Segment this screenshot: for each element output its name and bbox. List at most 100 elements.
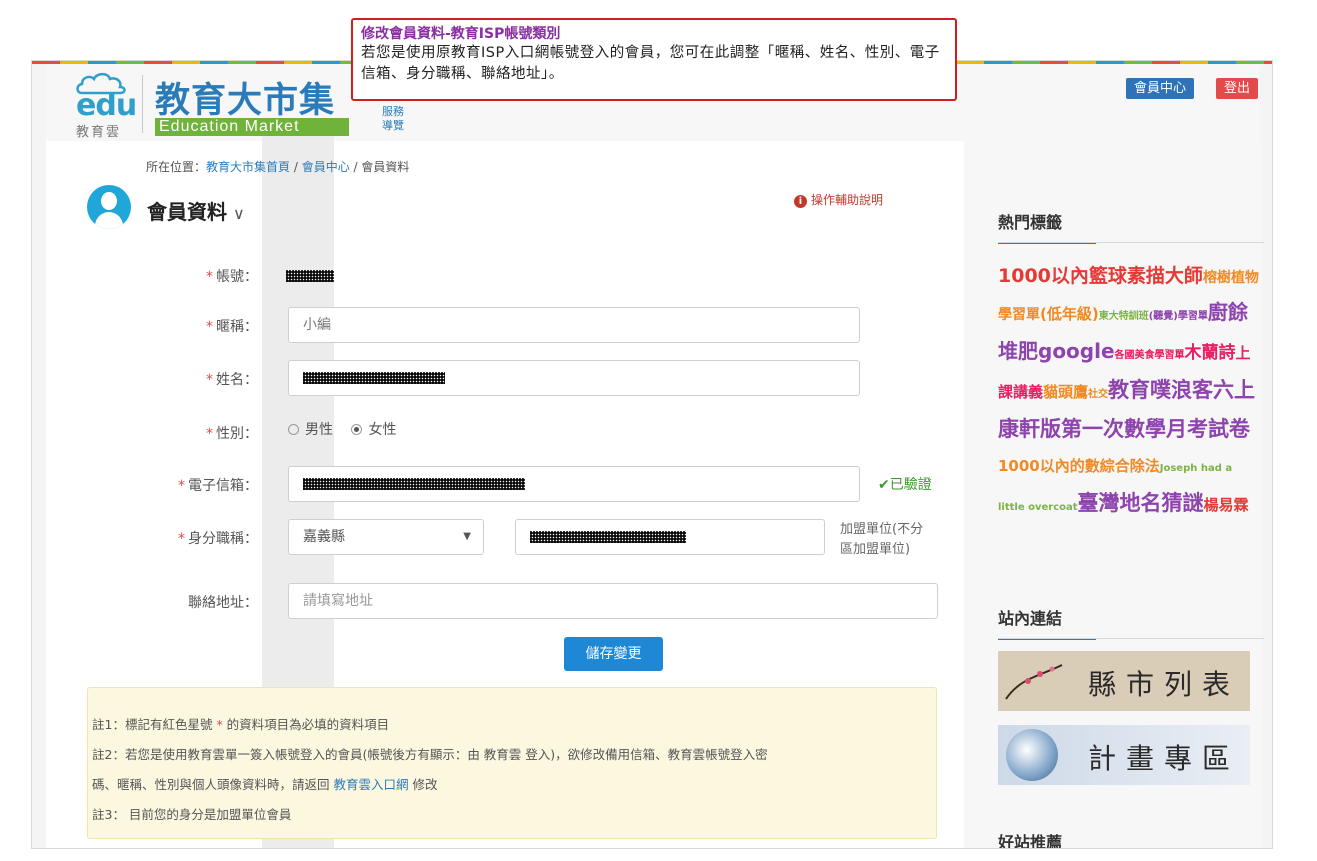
guide-tooltip: 修改會員資料-教育ISP帳號類別 若您是使用原教育ISP入口網帳號登入的會員，您… <box>351 18 957 101</box>
county-select-value: 嘉義縣 <box>303 529 345 545</box>
site-logo-title[interactable]: 教育大市集 <box>155 72 335 123</box>
tooltip-title: 修改會員資料-教育ISP帳號類別 <box>361 26 561 42</box>
masked-text <box>303 372 445 384</box>
required-star: * <box>206 269 213 285</box>
breadcrumb-member-center[interactable]: 會員中心 <box>302 160 350 174</box>
gender-female-label[interactable]: 女性 <box>368 422 396 438</box>
note-2-cont: 碼、暱稱、性別與個人頭像資料時，請返回 教育雲入口網 修改 <box>92 770 936 800</box>
cloud-icon <box>76 72 126 95</box>
breadcrumb-separator: / <box>290 160 302 174</box>
gender-female-radio[interactable] <box>351 423 363 435</box>
note-3: 註3： 目前您的身分是加盟單位會員 <box>92 807 292 822</box>
page-title: 會員資料 ∨ <box>147 196 245 225</box>
required-star: * <box>178 531 185 547</box>
email-label: * 電子信箱： <box>32 475 258 495</box>
tag-link[interactable]: 教育噗浪客 <box>1108 378 1213 402</box>
logo-divider <box>142 75 143 133</box>
chevron-down-icon: ∨ <box>233 204 245 223</box>
breadcrumb-home[interactable]: 教育大市集首頁 <box>206 160 290 174</box>
county-list-banner-text: 縣市列表 <box>1087 668 1240 701</box>
identity-label: * 身分職稱： <box>32 528 258 548</box>
tag-link[interactable]: 各國美食學習單 <box>1115 350 1185 361</box>
address-label: 聯絡地址： <box>188 595 258 611</box>
tag-link[interactable]: 素描 <box>1127 265 1165 287</box>
edu-logo-caption: 教育雲 <box>76 125 122 140</box>
required-star: * <box>206 319 213 335</box>
edu-logo-text: edu <box>76 88 137 123</box>
tag-link[interactable]: 1000以內 <box>998 265 1089 287</box>
required-star: * <box>206 426 213 442</box>
required-star: * <box>178 478 185 494</box>
mini-menu-services[interactable]: 服務 <box>382 105 404 119</box>
gender-label: * 性別： <box>32 423 258 443</box>
unit-note-line2: 區加盟單位) <box>840 542 911 557</box>
required-star: * <box>206 372 213 388</box>
tag-link[interactable]: 籃球 <box>1089 265 1127 287</box>
mini-menu-guide[interactable]: 導覽 <box>382 119 404 133</box>
hot-tags-title: 熱門標籤 <box>998 213 1063 232</box>
note-2-text-c: 修改 <box>408 777 438 792</box>
note-2-text-b: 碼、暱稱、性別與個人頭像資料時，請返回 <box>92 777 334 792</box>
help-link-label: 操作輔助說明 <box>811 193 884 207</box>
tag-link[interactable]: google <box>1038 339 1115 363</box>
gender-label-text: 性別： <box>216 426 258 442</box>
tag-link[interactable]: (聽覺)學習單 <box>1149 311 1208 322</box>
gender-male-radio[interactable] <box>288 423 299 435</box>
tag-link[interactable]: 1000以內的數綜合除法 <box>998 457 1160 475</box>
info-icon: i <box>794 195 807 208</box>
email-label-text: 電子信箱： <box>188 478 258 494</box>
dropdown-arrow-icon: ▼ <box>463 531 471 542</box>
edu-cloud-portal-link[interactable]: 教育雲入口網 <box>333 777 408 792</box>
plan-zone-banner-text: 計畫專區 <box>1087 742 1240 775</box>
tag-link[interactable]: 東大特訓班 <box>1099 311 1149 322</box>
page-title-text: 會員資料 <box>147 200 227 224</box>
account-value-masked <box>286 268 334 283</box>
header-mini-menu: 服務 導覽 <box>382 105 404 133</box>
gender-male-label[interactable]: 男性 <box>305 422 333 438</box>
masked-text <box>530 531 686 543</box>
tag-link[interactable]: 社交 <box>1088 389 1108 400</box>
notes-box: 註1：標記有紅色星號 * 的資料項目為必填的資料項目 註2：若您是使用教育雲單一… <box>87 687 937 839</box>
edu-cloud-logo[interactable]: edu 教育雲 <box>76 71 137 141</box>
name-input[interactable] <box>288 360 860 396</box>
tag-link[interactable]: 臺灣地名猜謎 <box>1078 491 1204 515</box>
save-changes-button[interactable]: 儲存變更 <box>564 637 663 671</box>
hot-tags-cloud: 1000以內籃球素描大師榕樹植物學習單(低年級)東大特訓班(聽覺)學習單廚餘堆肥… <box>998 259 1260 525</box>
nickname-input[interactable]: 小編 <box>288 307 860 343</box>
masked-text <box>286 269 334 282</box>
email-verified-badge: ✔已驗證 <box>878 477 932 493</box>
note-1-star: * <box>212 717 227 732</box>
breadcrumb: 所在位置：教育大市集首頁 / 會員中心 / 會員資料 <box>146 158 409 175</box>
note-2: 註2：若您是使用教育雲單一簽入帳號登入的會員(帳號後方有顯示：由 教育雲 登入)… <box>92 747 768 762</box>
tag-link[interactable]: 貓頭鷹 <box>1043 383 1088 401</box>
tag-link[interactable]: 木蘭詩 <box>1185 343 1236 363</box>
note-1-text-a: 註1：標記有紅色星號 <box>92 717 213 732</box>
county-list-banner[interactable]: 縣市列表 <box>998 651 1250 711</box>
heading-underline <box>998 242 1096 244</box>
help-link[interactable]: i 操作輔助說明 <box>794 191 883 208</box>
unit-input[interactable] <box>515 519 825 555</box>
member-center-button[interactable]: 會員中心 <box>1126 78 1195 99</box>
email-input[interactable] <box>288 466 860 502</box>
tag-link[interactable]: 大師 <box>1165 265 1203 287</box>
heading-underline <box>998 638 1096 640</box>
address-input[interactable]: 請填寫地址 <box>288 583 938 619</box>
site-links-heading: 站內連結 <box>998 605 1264 640</box>
logout-button[interactable]: 登出 <box>1216 78 1259 99</box>
name-label-text: 姓名： <box>216 372 258 388</box>
plan-zone-banner[interactable]: 計畫專區 <box>998 725 1250 785</box>
nickname-label: * 暱稱： <box>32 316 258 336</box>
tooltip-body: 若您是使用原教育ISP入口網帳號登入的會員，您可在此調整「暱稱、姓名、性別、電子… <box>361 45 940 82</box>
note-1: 註1：標記有紅色星號 * 的資料項目為必填的資料項目 <box>92 710 936 740</box>
plum-blossom-icon <box>1005 664 1063 700</box>
tag-link[interactable]: 榕樹 <box>1203 270 1231 286</box>
site-logo-english: Education Market <box>155 118 349 136</box>
unit-note: 加盟單位(不分 區加盟單位) <box>840 520 923 560</box>
globe-icon <box>1006 729 1058 781</box>
tag-link[interactable]: (低年級) <box>1040 305 1099 323</box>
account-label: * 帳號： <box>32 266 258 286</box>
breadcrumb-prefix: 所在位置： <box>146 160 207 174</box>
county-select[interactable]: 嘉義縣 ▼ <box>288 519 484 555</box>
user-avatar-icon <box>87 185 131 229</box>
tag-link[interactable]: 楊易霖 <box>1204 496 1249 514</box>
